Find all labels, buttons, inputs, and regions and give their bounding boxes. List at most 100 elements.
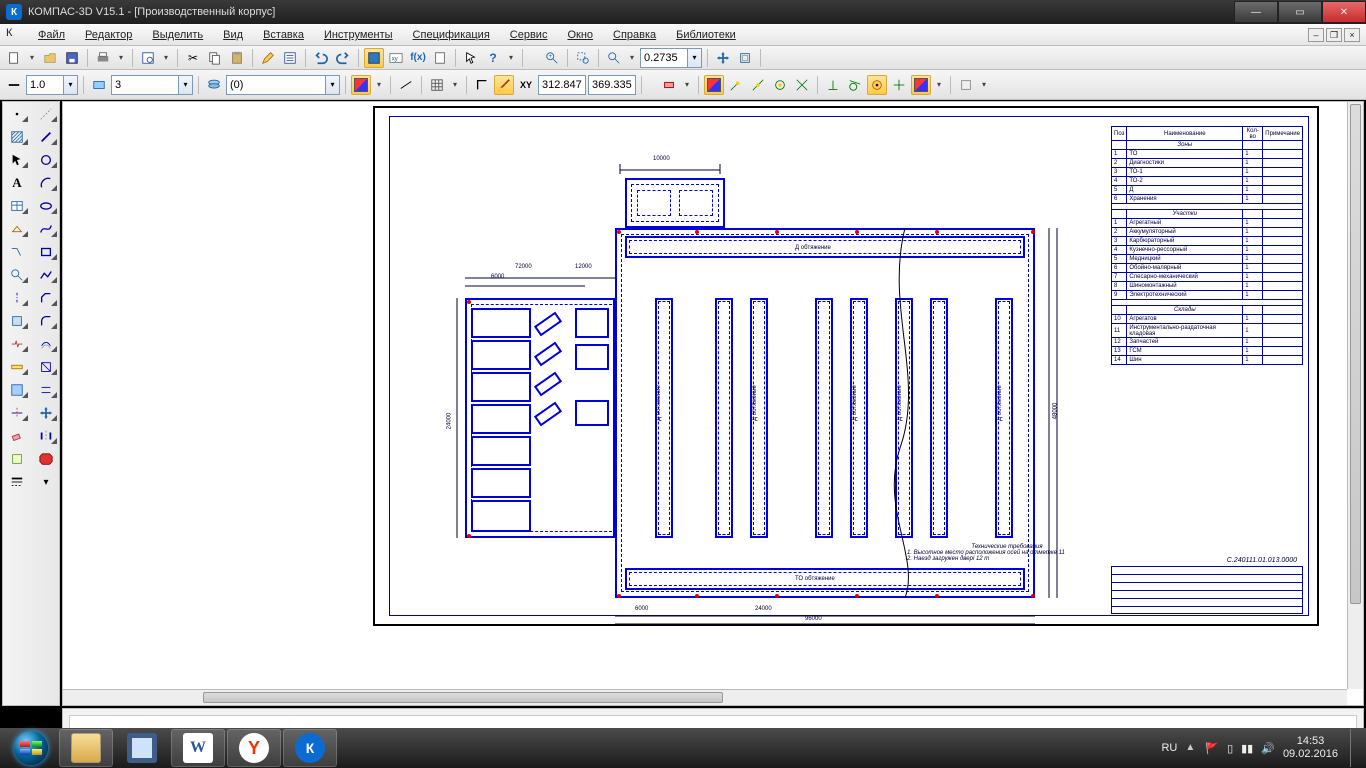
preview-button[interactable]	[138, 48, 158, 68]
tray-network-icon[interactable]: ▮▮	[1241, 742, 1253, 755]
menu-tools[interactable]: Инструменты	[314, 27, 403, 43]
contour-tool[interactable]	[33, 357, 59, 377]
aux-line-tool[interactable]	[33, 104, 59, 124]
style-tool[interactable]	[4, 472, 30, 492]
menu-insert[interactable]: Вставка	[253, 27, 314, 43]
menu-service[interactable]: Сервис	[500, 27, 558, 43]
mdi-restore[interactable]: ❐	[1326, 28, 1342, 42]
table-tool[interactable]	[4, 196, 30, 216]
dimension-dropdown[interactable]	[681, 75, 693, 95]
spline-tool[interactable]	[33, 219, 59, 239]
layer-arrow[interactable]: ▾	[326, 75, 340, 95]
snap-config-dropdown[interactable]	[978, 75, 990, 95]
menu-view[interactable]: Вид	[213, 27, 253, 43]
drawing-canvas[interactable]: Д обтяжение Д обтяжение Д обтяжение Д об…	[62, 101, 1364, 706]
report-button[interactable]	[430, 48, 450, 68]
layer-combo[interactable]: (0) ▾	[226, 75, 340, 95]
rotate-view-button[interactable]	[735, 48, 755, 68]
linestyle-icon[interactable]	[4, 75, 24, 95]
mirror-tool[interactable]	[33, 426, 59, 446]
snap-angle-button[interactable]	[494, 75, 514, 95]
centerline-tool[interactable]	[4, 288, 30, 308]
snap-node-icon[interactable]	[889, 75, 909, 95]
leader-tool[interactable]	[4, 242, 30, 262]
properties-button[interactable]	[280, 48, 300, 68]
color-dropdown[interactable]	[373, 75, 385, 95]
snap-end-icon[interactable]	[726, 75, 746, 95]
open-button[interactable]	[40, 48, 60, 68]
show-desktop-button[interactable]	[1350, 729, 1358, 767]
taskbar-explorer[interactable]	[59, 729, 113, 767]
zoom-area-button[interactable]	[573, 48, 593, 68]
mdi-close[interactable]: ×	[1344, 28, 1360, 42]
erase-tool[interactable]	[4, 426, 30, 446]
dimension-icon[interactable]	[659, 75, 679, 95]
layer-value[interactable]: (0)	[226, 75, 326, 95]
trim-tool[interactable]	[4, 403, 30, 423]
rough-tool[interactable]	[4, 219, 30, 239]
zoom-dropdown-arrow[interactable]: ▾	[688, 48, 702, 68]
layer-icon[interactable]	[204, 75, 224, 95]
section-tool[interactable]	[4, 311, 30, 331]
menu-help[interactable]: Справка	[603, 27, 666, 43]
coord-x[interactable]: 312.847	[538, 75, 586, 95]
print-button[interactable]	[93, 48, 113, 68]
tray-flag-icon[interactable]: 🚩	[1205, 742, 1219, 755]
tray-lang[interactable]: RU	[1161, 742, 1177, 754]
snap-mid-icon[interactable]	[748, 75, 768, 95]
taskbar-calc[interactable]	[115, 729, 169, 767]
equidistant-tool[interactable]	[33, 334, 59, 354]
pointer-icon[interactable]	[461, 48, 481, 68]
stop-tool[interactable]	[33, 449, 59, 469]
zoom-in-button[interactable]: +	[542, 48, 562, 68]
line-tool[interactable]	[33, 127, 59, 147]
snap-center-icon[interactable]	[770, 75, 790, 95]
zoom-prev-button[interactable]	[604, 48, 624, 68]
variables-icon[interactable]: xy	[386, 48, 406, 68]
paste-button[interactable]	[227, 48, 247, 68]
linetype-arrow[interactable]: ▾	[179, 75, 193, 95]
paste-special-tool[interactable]	[4, 449, 30, 469]
fx-button[interactable]: f(x)	[408, 48, 428, 68]
help-dropdown[interactable]	[505, 48, 517, 68]
minimize-button[interactable]: —	[1234, 1, 1278, 23]
point-tool[interactable]	[4, 104, 30, 124]
linewidth-arrow[interactable]: ▾	[64, 75, 78, 95]
new-document-button[interactable]	[4, 48, 24, 68]
snap-auto-dropdown[interactable]	[933, 75, 945, 95]
new-document-dropdown[interactable]	[26, 48, 38, 68]
circle-tool[interactable]	[33, 150, 59, 170]
help-button[interactable]: ?	[483, 48, 503, 68]
undo-button[interactable]	[311, 48, 331, 68]
snap-near-icon[interactable]	[867, 75, 887, 95]
ortho-button[interactable]	[472, 75, 492, 95]
linewidth-value[interactable]: 1.0	[26, 75, 64, 95]
snap-perp-icon[interactable]	[823, 75, 843, 95]
tray-clock[interactable]: 14:53 09.02.2016	[1283, 735, 1338, 761]
coords-mode-button[interactable]: XY	[516, 75, 536, 95]
start-button[interactable]	[4, 728, 58, 768]
ellipse-tool[interactable]	[33, 196, 59, 216]
snap-tangent-icon[interactable]	[845, 75, 865, 95]
grid-button[interactable]	[427, 75, 447, 95]
balloon-tool[interactable]	[4, 265, 30, 285]
taskbar-word[interactable]: W	[171, 729, 225, 767]
linetype-value[interactable]: 3	[111, 75, 179, 95]
view-tool[interactable]	[4, 380, 30, 400]
maximize-button[interactable]: ▭	[1278, 1, 1322, 23]
redo-button[interactable]	[333, 48, 353, 68]
preview-dropdown[interactable]	[160, 48, 172, 68]
snap-config-icon[interactable]	[956, 75, 976, 95]
tray-sound-icon[interactable]: 🔊	[1261, 742, 1275, 755]
parallel-tool[interactable]	[33, 380, 59, 400]
text-tool[interactable]: A	[4, 173, 30, 193]
color-override-button[interactable]	[351, 75, 371, 95]
down-icon[interactable]: ▾	[33, 472, 59, 492]
snap-toggle-button[interactable]	[704, 75, 724, 95]
fillet-tool[interactable]	[33, 311, 59, 331]
snap-intersect-icon[interactable]	[792, 75, 812, 95]
menu-edit[interactable]: Редактор	[75, 27, 142, 43]
pencil-icon[interactable]	[258, 48, 278, 68]
menu-libraries[interactable]: Библиотеки	[666, 27, 746, 43]
menu-select[interactable]: Выделить	[142, 27, 213, 43]
